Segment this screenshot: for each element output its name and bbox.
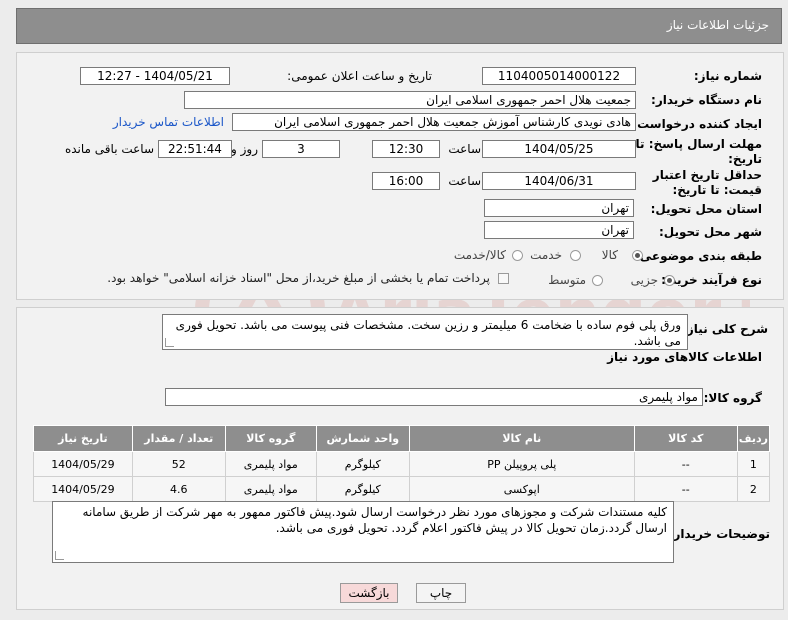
back-button[interactable]: بازگشت xyxy=(340,583,398,603)
cell-row-number: 2 xyxy=(736,476,771,502)
remaining-time-label: ساعت باقی مانده xyxy=(64,142,154,156)
buyer-notes-textarea: کلیه مستندات شرکت و مجوزهای مورد نظر درخ… xyxy=(52,501,674,563)
need-number-label: شماره نیاز: xyxy=(693,69,762,83)
print-button[interactable]: چاپ xyxy=(416,583,466,603)
purchase-type-radio-medium[interactable] xyxy=(592,275,603,286)
remaining-days-label: روز و xyxy=(231,142,258,156)
need-number-field: 1104005014000122 xyxy=(482,67,636,85)
general-description-text: ورق پلی فوم ساده با ضخامت 6 میلیمتر و رز… xyxy=(175,318,681,348)
goods-group-field: مواد پلیمری xyxy=(165,388,703,406)
page-title-bar: جزئیات اطلاعات نیاز xyxy=(16,8,782,44)
purchase-type-radio-minor[interactable] xyxy=(664,275,675,286)
table-row: 1 -- پلی پروپیلن PP کیلوگرم مواد پلیمری … xyxy=(33,451,771,477)
category-radio-service[interactable] xyxy=(570,250,581,261)
cell-goods-group: مواد پلیمری xyxy=(224,451,317,477)
reply-deadline-label: مهلت ارسال پاسخ: تا تاریخ: xyxy=(635,137,763,166)
price-validity-date-field: 1404/06/31 xyxy=(482,172,636,190)
goods-table-header-row: ردیف کد کالا نام کالا واحد شمارش گروه کا… xyxy=(33,425,771,452)
cell-row-number: 1 xyxy=(736,451,771,477)
cell-goods-code: -- xyxy=(633,476,738,502)
purchase-type-option-minor: جزیی xyxy=(630,273,658,287)
goods-group-label: گروه کالا: xyxy=(703,391,762,405)
purchase-type-label: نوع فرآیند خرید : xyxy=(661,273,762,287)
header-goods-code: کد کالا xyxy=(633,425,738,452)
delivery-city-label: شهر محل تحویل: xyxy=(658,225,762,239)
cell-need-date: 1404/05/29 xyxy=(33,476,133,502)
category-option-goods: کالا xyxy=(601,248,618,262)
buyer-contact-link[interactable]: اطلاعات تماس خریدار xyxy=(113,115,224,129)
buyer-notes-text: کلیه مستندات شرکت و مجوزهای مورد نظر درخ… xyxy=(82,505,667,535)
cell-goods-name: پلی پروپیلن PP xyxy=(408,451,635,477)
delivery-province-label: استان محل تحویل: xyxy=(650,202,762,216)
price-validity-time-label: ساعت xyxy=(448,174,481,188)
goods-table: ردیف کد کالا نام کالا واحد شمارش گروه کا… xyxy=(33,425,771,502)
category-option-goods-service: کالا/خدمت xyxy=(453,248,506,262)
header-goods-name: نام کالا xyxy=(408,425,635,452)
cell-unit: کیلوگرم xyxy=(315,476,410,502)
header-need-date: تاریخ نیاز xyxy=(33,425,133,452)
delivery-province-field: تهران xyxy=(484,199,634,217)
cell-goods-group: مواد پلیمری xyxy=(224,476,317,502)
resize-handle-icon[interactable] xyxy=(55,551,64,560)
header-row-number: ردیف xyxy=(736,425,771,452)
header-unit: واحد شمارش xyxy=(315,425,410,452)
buyer-notes-label: توضیحات خریدار: xyxy=(668,527,770,541)
requester-label: ایجاد کننده درخواست: xyxy=(632,117,762,131)
general-description-textarea: ورق پلی فوم ساده با ضخامت 6 میلیمتر و رز… xyxy=(162,314,688,350)
buyer-org-label: نام دستگاه خریدار: xyxy=(651,93,762,107)
category-option-service: خدمت xyxy=(530,248,562,262)
purchase-type-option-medium: متوسط xyxy=(548,273,586,287)
announce-datetime-field: 1404/05/21 - 12:27 xyxy=(80,67,230,85)
announce-datetime-label: تاریخ و ساعت اعلان عمومی: xyxy=(287,69,432,83)
treasury-payment-checkbox[interactable] xyxy=(498,273,509,284)
cell-goods-name: اپوکسی xyxy=(408,476,635,502)
remaining-time-field: 22:51:44 xyxy=(158,140,232,158)
cell-need-date: 1404/05/29 xyxy=(33,451,133,477)
category-radio-goods-service[interactable] xyxy=(512,250,523,261)
reply-deadline-time-label: ساعت xyxy=(448,142,481,156)
buyer-org-field: جمعیت هلال احمر جمهوری اسلامی ایران xyxy=(184,91,636,109)
goods-info-title: اطلاعات کالاهای مورد نیاز xyxy=(607,350,762,364)
treasury-payment-note: پرداخت تمام یا بخشی از مبلغ خرید،از محل … xyxy=(107,271,490,285)
remaining-days-field: 3 xyxy=(262,140,340,158)
page: AriaTender.neT جزئیات اطلاعات نیاز شماره… xyxy=(0,0,788,620)
category-label: طبقه بندی موضوعی: xyxy=(634,249,762,263)
resize-handle-icon[interactable] xyxy=(165,338,174,347)
requester-field: هادی نویدی کارشناس آموزش جمعیت هلال احمر… xyxy=(232,113,636,131)
reply-deadline-date-field: 1404/05/25 xyxy=(482,140,636,158)
delivery-city-field: تهران xyxy=(484,221,634,239)
cell-goods-code: -- xyxy=(633,451,738,477)
cell-quantity: 4.6 xyxy=(131,476,226,502)
general-description-label: شرح کلی نیاز: xyxy=(682,322,768,336)
page-title: جزئیات اطلاعات نیاز xyxy=(666,18,769,32)
price-validity-time-field: 16:00 xyxy=(372,172,440,190)
header-quantity: تعداد / مقدار xyxy=(131,425,226,452)
cell-quantity: 52 xyxy=(131,451,226,477)
cell-unit: کیلوگرم xyxy=(315,451,410,477)
table-row: 2 -- اپوکسی کیلوگرم مواد پلیمری 4.6 1404… xyxy=(33,476,771,502)
reply-deadline-time-field: 12:30 xyxy=(372,140,440,158)
header-goods-group: گروه کالا xyxy=(224,425,317,452)
category-radio-goods[interactable] xyxy=(632,250,643,261)
